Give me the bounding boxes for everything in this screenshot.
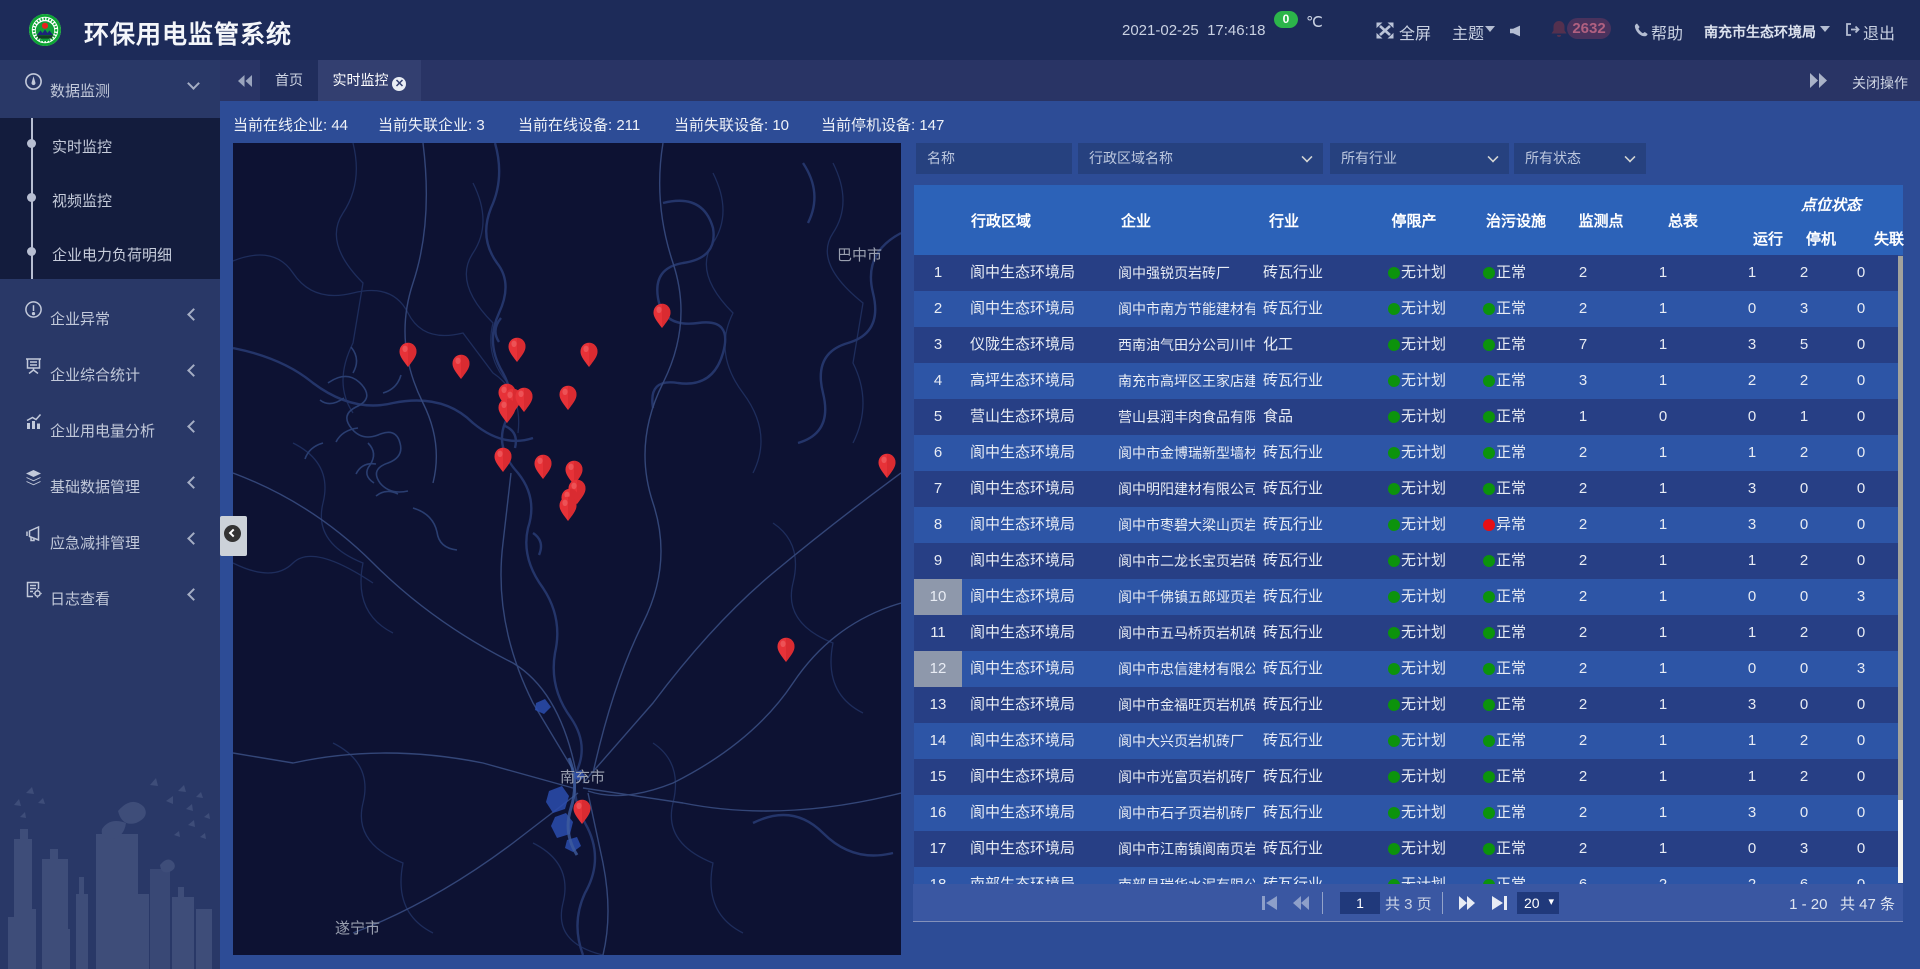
svg-text:巴中市: 巴中市 (837, 247, 882, 264)
svg-text:南充市: 南充市 (560, 769, 605, 786)
svg-text:遂宁市: 遂宁市 (335, 920, 380, 937)
